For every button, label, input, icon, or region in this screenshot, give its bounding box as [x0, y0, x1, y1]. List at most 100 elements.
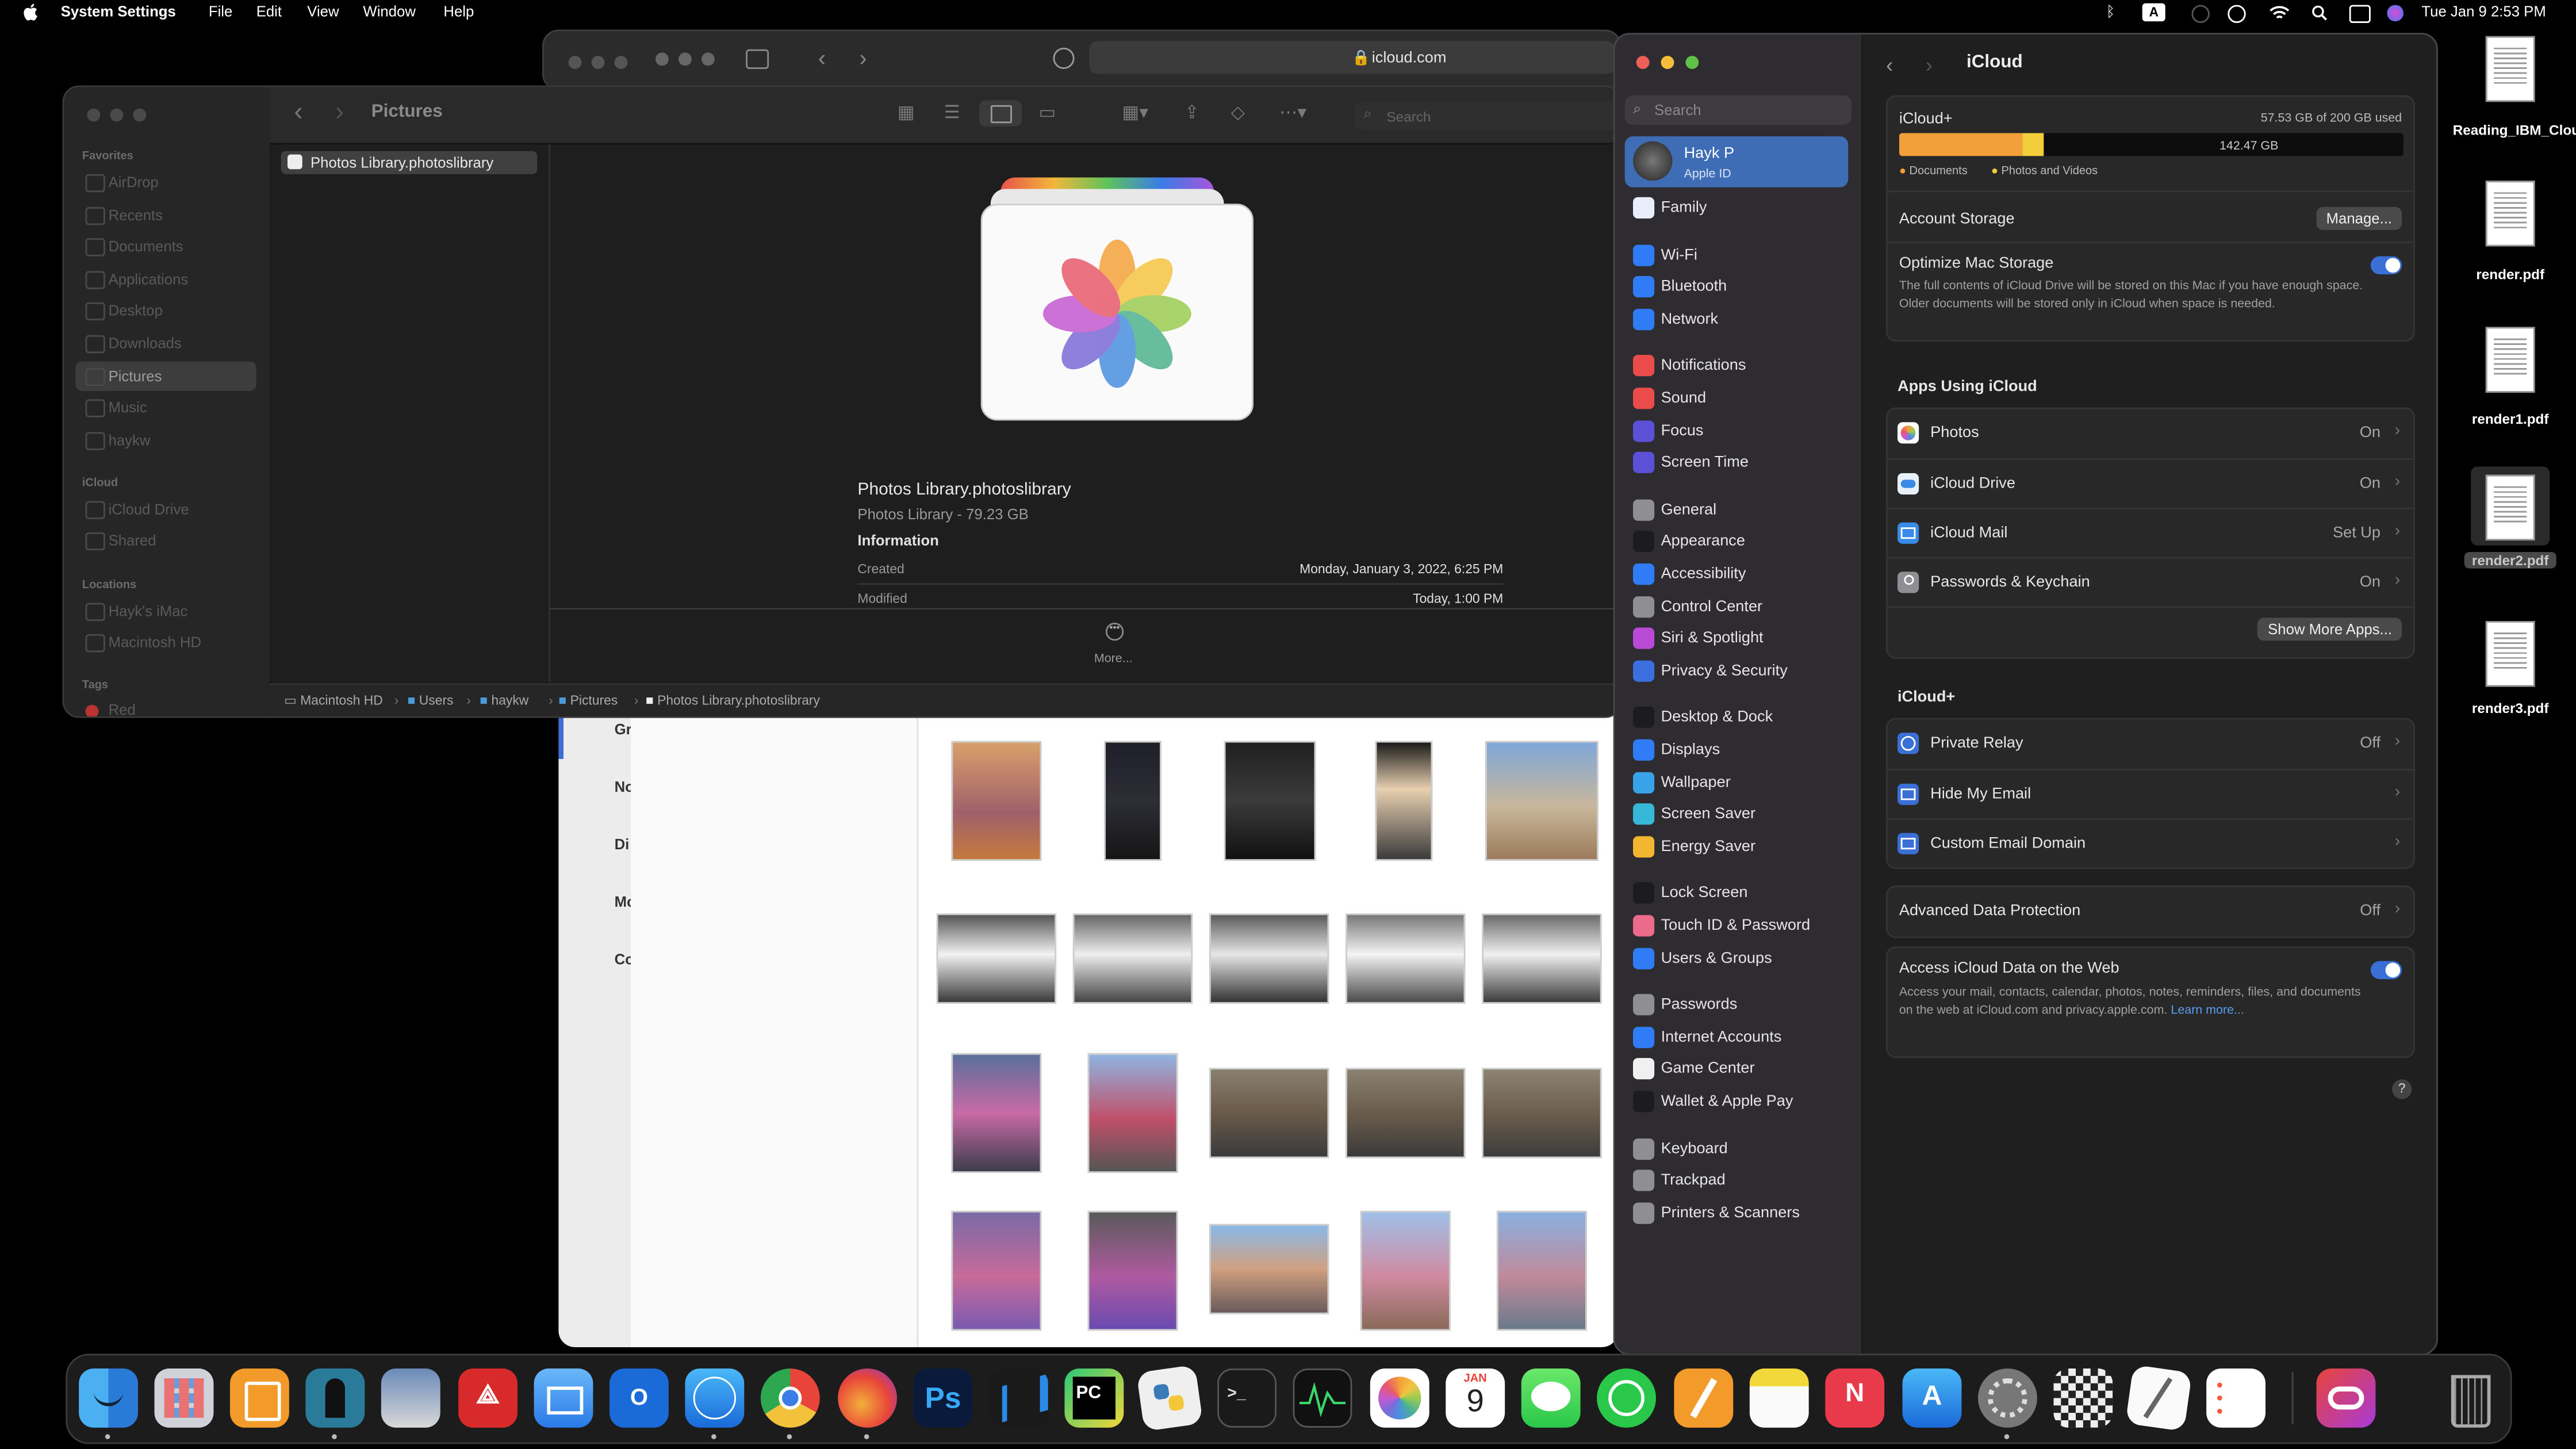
terminal-dock-icon[interactable]: >_ — [1217, 1368, 1276, 1428]
list-view-icon[interactable]: ☰ — [941, 104, 963, 123]
sidebar-item-home[interactable]: haykw — [75, 425, 256, 455]
script-editor-dock-icon[interactable] — [2125, 1364, 2192, 1432]
photo-thumbnail[interactable] — [951, 1210, 1042, 1331]
more-actions-icon[interactable]: ⋯▾ — [1273, 104, 1313, 123]
path-item-photos-library[interactable]: ■ Photos Library.photoslibrary — [646, 693, 820, 708]
outlook-dock-icon[interactable]: O — [610, 1368, 669, 1428]
sidebar-item-sound[interactable]: Sound — [1625, 385, 1851, 414]
apple-menu-icon[interactable] — [23, 3, 38, 21]
photo-thumbnail[interactable] — [1087, 1053, 1178, 1173]
forward-icon[interactable]: › — [1926, 52, 1933, 77]
acrobat-dock-icon[interactable]: ⟁ — [458, 1368, 518, 1428]
group-icon[interactable]: ▦▾ — [1117, 104, 1153, 123]
desktop-file[interactable]: render.pdf — [2453, 181, 2568, 282]
photo-thumbnail[interactable] — [1072, 913, 1193, 1004]
photo-thumbnail[interactable] — [1360, 1210, 1451, 1331]
trash-dock-icon[interactable] — [2438, 1368, 2497, 1428]
sidebar-item-applications[interactable]: Applications — [75, 264, 256, 294]
sidebar-item-screen-saver[interactable]: Screen Saver — [1625, 800, 1851, 830]
back-icon[interactable]: ‹ — [818, 44, 826, 71]
photo-thumbnail[interactable] — [1087, 1210, 1178, 1331]
menu-help[interactable]: Help — [443, 3, 474, 20]
photo-thumbnail[interactable] — [1375, 741, 1433, 861]
sidebar-item-printers-scanners[interactable]: Printers & Scanners — [1625, 1199, 1851, 1228]
row-photos[interactable]: Photos On › — [1888, 409, 2413, 458]
chess-dock-icon[interactable] — [2053, 1368, 2113, 1428]
preview-dock-icon[interactable] — [381, 1368, 440, 1428]
app-store-dock-icon[interactable]: A — [1902, 1368, 1962, 1428]
wifi-status-icon[interactable] — [2269, 5, 2290, 22]
sidebar-item-recents[interactable]: Recents — [75, 201, 256, 230]
spotlight-search-icon[interactable] — [2312, 5, 2328, 22]
sidebar-item-imac[interactable]: Hayk's iMac — [75, 596, 256, 626]
manage-button[interactable]: Manage... — [2316, 207, 2402, 230]
minimize-button[interactable] — [110, 108, 124, 122]
desktop-file[interactable]: render1.pdf — [2453, 327, 2568, 427]
sidebar-item-internet-accounts[interactable]: Internet Accounts — [1625, 1023, 1851, 1052]
row-passwords-keychain[interactable]: Passwords & Keychain On › — [1887, 557, 2414, 608]
photo-thumbnail[interactable] — [951, 1053, 1042, 1173]
forward-icon[interactable]: › — [859, 44, 867, 71]
pycharm-dock-icon[interactable]: PC — [1064, 1368, 1124, 1428]
sidebar-item-wallet-apple-pay[interactable]: Wallet & Apple Pay — [1625, 1087, 1851, 1117]
menu-view[interactable]: View — [307, 3, 339, 20]
sidebar-item-screen-time[interactable]: Screen Time — [1625, 449, 1851, 478]
photo-thumbnail[interactable] — [1209, 1068, 1329, 1159]
screen-record-icon[interactable] — [2191, 5, 2210, 23]
reminders-dock-icon[interactable]: ● ● ● — [2206, 1368, 2266, 1428]
books-dock-icon[interactable] — [230, 1368, 289, 1428]
bluetooth-status-icon[interactable]: ᛒ — [2106, 3, 2115, 20]
control-center-icon[interactable] — [2349, 5, 2371, 23]
search-field[interactable]: ⌕ Search — [1354, 102, 1617, 130]
sidebar-item-trackpad[interactable]: Trackpad — [1625, 1167, 1851, 1196]
path-item-haykw[interactable]: ■ haykw — [480, 693, 528, 708]
sidebar-item-passwords[interactable]: Passwords — [1625, 991, 1851, 1020]
clock[interactable]: Tue Jan 9 2:53 PM — [2421, 3, 2546, 20]
sidebar-item-airdrop[interactable]: AirDrop — [75, 167, 256, 197]
python-launcher-dock-icon[interactable] — [1136, 1364, 1203, 1432]
sidebar-item-macintosh-hd[interactable]: Macintosh HD — [75, 627, 256, 657]
pages-dock-icon[interactable] — [1674, 1368, 1734, 1428]
sidebar-item-siri-spotlight[interactable]: Siri & Spotlight — [1625, 624, 1851, 654]
input-source-icon[interactable]: A — [2142, 3, 2165, 22]
settings-search-field[interactable]: ⌕ Search — [1624, 95, 1851, 125]
photo-thumbnail[interactable] — [936, 913, 1057, 1004]
sidebar-item-icloud-drive[interactable]: iCloud Drive — [75, 494, 256, 524]
sidebar-item-touch-id-password[interactable]: Touch ID & Password — [1625, 912, 1851, 941]
close-button[interactable] — [656, 52, 669, 66]
photo-thumbnail[interactable] — [951, 741, 1042, 861]
photo-thumbnail[interactable] — [1209, 1224, 1329, 1314]
forward-icon[interactable]: › — [335, 98, 344, 128]
finder-dock-icon[interactable] — [79, 1368, 138, 1428]
sidebar-item-apple-id[interactable]: Hayk P Apple ID — [1624, 136, 1849, 187]
sidebar-item-music[interactable]: Music — [75, 393, 256, 422]
chrome-dock-icon[interactable] — [760, 1368, 820, 1428]
whatsapp-dock-icon[interactable] — [1597, 1368, 1656, 1428]
sidebar-item-accessibility[interactable]: Accessibility — [1625, 560, 1851, 589]
messages-dock-icon[interactable] — [1521, 1368, 1581, 1428]
siri-icon[interactable] — [2387, 5, 2404, 22]
sidebar-item-desktop[interactable]: Desktop — [75, 296, 256, 325]
column-view-button[interactable] — [979, 100, 1022, 126]
icon-view-icon[interactable]: ▦ — [895, 104, 917, 123]
tag-icon[interactable]: ◇ — [1227, 104, 1248, 123]
activity-monitor-dock-icon[interactable] — [1293, 1368, 1352, 1428]
path-item-macintosh-hd[interactable]: ▭ Macintosh HD — [284, 693, 383, 708]
mail-dock-icon[interactable] — [534, 1368, 593, 1428]
photo-thumbnail[interactable] — [1104, 741, 1162, 861]
kindle-dock-icon[interactable] — [305, 1368, 365, 1428]
sidebar-label-partial[interactable]: Di — [615, 836, 630, 853]
sidebar-item-appearance[interactable]: Appearance — [1625, 528, 1851, 557]
sidebar-item-game-center[interactable]: Game Center — [1625, 1055, 1851, 1084]
minimize-button[interactable] — [591, 56, 605, 69]
sidebar-item-family[interactable]: Family — [1625, 194, 1851, 223]
row-icloud-drive[interactable]: iCloud Drive On › — [1887, 458, 2414, 509]
web-access-toggle[interactable] — [2370, 961, 2402, 979]
sidebar-toggle-icon[interactable] — [746, 49, 769, 69]
sidebar-item-wi-fi[interactable]: Wi-Fi — [1625, 241, 1851, 270]
photoshop-dock-icon[interactable]: Ps — [913, 1368, 973, 1428]
close-button[interactable] — [1636, 56, 1650, 69]
sidebar-item-privacy-security[interactable]: Privacy & Security — [1625, 657, 1851, 686]
safari-dock-icon[interactable] — [685, 1368, 745, 1428]
photo-thumbnail[interactable] — [1224, 741, 1316, 861]
